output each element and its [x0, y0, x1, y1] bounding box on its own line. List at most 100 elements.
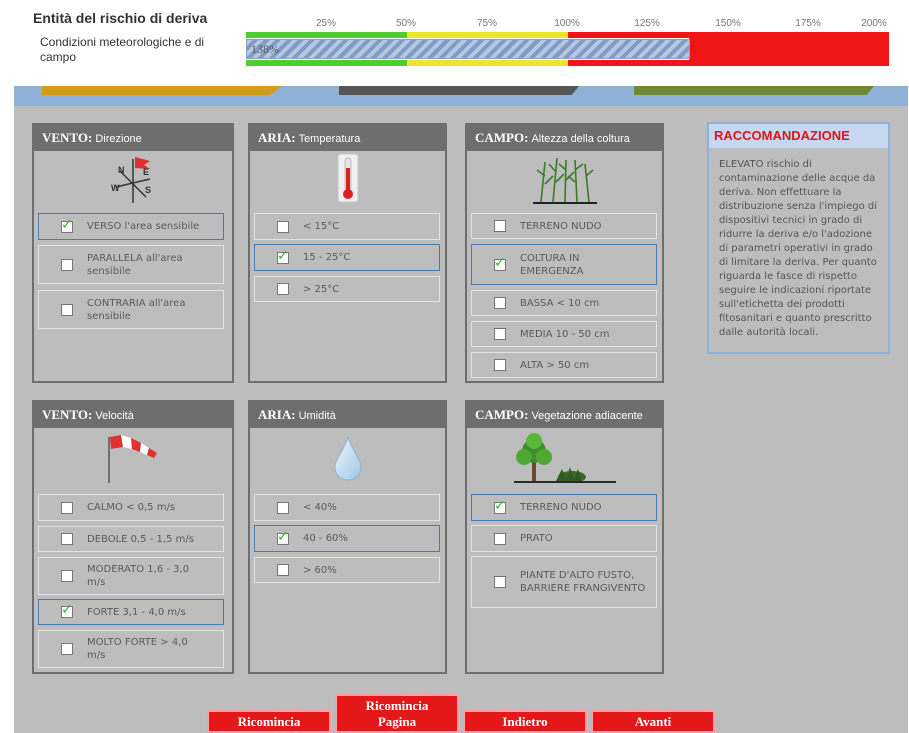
checkbox[interactable]: [494, 359, 506, 371]
option-wind-moderate[interactable]: MODERATO 1,6 - 3,0 m/s: [38, 557, 224, 595]
scale-label: 75%: [476, 18, 498, 29]
svg-text:S: S: [145, 185, 151, 195]
option-wind-very-strong[interactable]: MOLTO FORTE > 4,0 m/s: [38, 630, 224, 668]
gauge-value: 138%: [251, 42, 279, 56]
svg-text:W: W: [111, 183, 120, 193]
option-crop-emerging[interactable]: ✓ COLTURA IN EMERGENZA: [471, 244, 657, 285]
option-crop-low[interactable]: BASSA < 10 cm: [471, 290, 657, 316]
panel-title: VENTO: Velocità: [34, 402, 232, 428]
checkbox[interactable]: [61, 643, 73, 655]
option-label: ALTA > 50 cm: [520, 359, 590, 371]
svg-text:N: N: [118, 165, 125, 175]
panel-title: ARIA: Umidità: [250, 402, 445, 428]
step-tabs: [14, 86, 908, 106]
water-drop-icon: [250, 428, 445, 488]
panel-crop-height: CAMPO: Altezza della coltura TERRENO NUDO: [465, 123, 664, 383]
option-vegetation-meadow[interactable]: PRATO: [471, 525, 657, 552]
checkmark-icon: ✓: [277, 247, 289, 264]
page-title: Entità del rischio di deriva: [33, 10, 208, 26]
checkbox[interactable]: [494, 220, 506, 232]
option-label: COLTURA IN EMERGENZA: [520, 252, 584, 277]
checkbox[interactable]: [61, 570, 73, 582]
windsock-icon: [34, 428, 232, 488]
option-label: < 40%: [303, 502, 337, 513]
checkbox[interactable]: ✓: [494, 497, 506, 514]
checkbox[interactable]: [61, 501, 73, 514]
option-label: MEDIA 10 - 50 cm: [520, 328, 610, 340]
scale-label: 175%: [795, 18, 821, 29]
step-tab-2[interactable]: [339, 86, 579, 95]
checkbox[interactable]: ✓: [277, 247, 289, 264]
checkbox[interactable]: [494, 297, 506, 309]
option-humidity-mid[interactable]: ✓ 40 - 60%: [254, 525, 440, 552]
button-label-line: Pagina: [377, 714, 417, 729]
checkbox[interactable]: ✓: [494, 256, 506, 271]
scale-label: 200%: [861, 18, 887, 29]
option-temp-high[interactable]: > 25°C: [254, 276, 440, 302]
checkbox[interactable]: ✓: [61, 216, 73, 233]
option-label: < 15°C: [303, 221, 340, 232]
panel-title-category: CAMPO:: [475, 407, 529, 422]
option-crop-medium[interactable]: MEDIA 10 - 50 cm: [471, 321, 657, 347]
checkmark-icon: ✓: [61, 216, 73, 233]
checkbox[interactable]: [494, 532, 506, 545]
panel-title-category: ARIA:: [258, 407, 296, 422]
panel-title: CAMPO: Vegetazione adiacente: [467, 402, 662, 428]
step-tab-1[interactable]: [42, 86, 282, 95]
option-humidity-high[interactable]: > 60%: [254, 557, 440, 583]
scale-label: 100%: [554, 18, 580, 29]
gauge-scale: 25% 50% 75% 100% 125% 150% 175% 200%: [246, 18, 889, 32]
panel-title: VENTO: Direzione: [34, 125, 232, 151]
risk-gauge: 138%: [246, 32, 889, 66]
option-humidity-low[interactable]: < 40%: [254, 494, 440, 521]
checkbox[interactable]: [277, 501, 289, 514]
checkmark-icon: ✓: [494, 497, 506, 514]
checkmark-icon: ✓: [61, 602, 73, 618]
option-label: PRATO: [520, 533, 553, 544]
panel-title-label: Velocità: [95, 410, 134, 422]
option-wind-weak[interactable]: DEBOLE 0,5 - 1,5 m/s: [38, 526, 224, 552]
next-button[interactable]: Avanti: [591, 710, 715, 733]
checkmark-icon: ✓: [277, 528, 289, 545]
option-temp-mid[interactable]: ✓ 15 - 25°C: [254, 244, 440, 271]
checkbox[interactable]: ✓: [277, 528, 289, 545]
step-tab-3[interactable]: [634, 86, 874, 95]
option-label: 15 - 25°C: [303, 252, 351, 263]
tree-icon: [467, 428, 662, 488]
option-label: FORTE 3,1 - 4,0 m/s: [87, 606, 186, 618]
option-wind-dir-parallel[interactable]: PARALLELA all'area sensibile: [38, 245, 224, 284]
back-button[interactable]: Indietro: [463, 710, 587, 733]
panel-title-label: Direzione: [95, 133, 142, 145]
checkbox[interactable]: [494, 328, 506, 340]
checkbox[interactable]: [61, 258, 73, 271]
option-label: TERRENO NUDO: [520, 502, 602, 513]
option-label: PIANTE D'ALTO FUSTO, BARRIERE FRANGIVENT…: [520, 570, 646, 594]
option-wind-dir-opposite[interactable]: CONTRARIA all'area sensibile: [38, 290, 224, 329]
panel-air-temperature: ARIA:Temperatura < 15°C ✓ 15 - 25°C > 2: [248, 123, 447, 383]
checkbox[interactable]: [61, 533, 73, 545]
option-wind-calm[interactable]: CALMO < 0,5 m/s: [38, 494, 224, 521]
restart-button[interactable]: Ricomincia: [207, 710, 331, 733]
panel-wind-speed: VENTO: Velocità CALMO < 0,5 m/s DEBOLE 0,…: [32, 400, 234, 674]
restart-page-button[interactable]: Ricomincia Pagina: [335, 694, 459, 733]
button-label-line: Ricomincia: [365, 698, 429, 713]
option-wind-dir-toward[interactable]: ✓ VERSO l'area sensibile: [38, 213, 224, 240]
option-label: > 25°C: [303, 283, 340, 295]
checkbox[interactable]: [277, 283, 289, 295]
svg-text:E: E: [143, 167, 149, 177]
option-temp-low[interactable]: < 15°C: [254, 213, 440, 240]
option-label: DEBOLE 0,5 - 1,5 m/s: [87, 533, 194, 545]
option-vegetation-trees[interactable]: PIANTE D'ALTO FUSTO, BARRIERE FRANGIVENT…: [471, 556, 657, 608]
checkbox[interactable]: ✓: [61, 602, 73, 618]
checkbox[interactable]: [277, 220, 289, 233]
weathervane-icon: N E W S: [34, 151, 232, 207]
option-vegetation-bare[interactable]: ✓ TERRENO NUDO: [471, 494, 657, 521]
checkbox[interactable]: [277, 564, 289, 576]
checkbox[interactable]: [494, 576, 506, 588]
option-crop-bare[interactable]: TERRENO NUDO: [471, 213, 657, 239]
option-crop-high[interactable]: ALTA > 50 cm: [471, 352, 657, 378]
checkbox[interactable]: [61, 303, 73, 316]
scale-label: 125%: [634, 18, 660, 29]
recommendation-title: RACCOMANDAZIONE: [709, 124, 888, 148]
option-wind-strong[interactable]: ✓ FORTE 3,1 - 4,0 m/s: [38, 599, 224, 625]
